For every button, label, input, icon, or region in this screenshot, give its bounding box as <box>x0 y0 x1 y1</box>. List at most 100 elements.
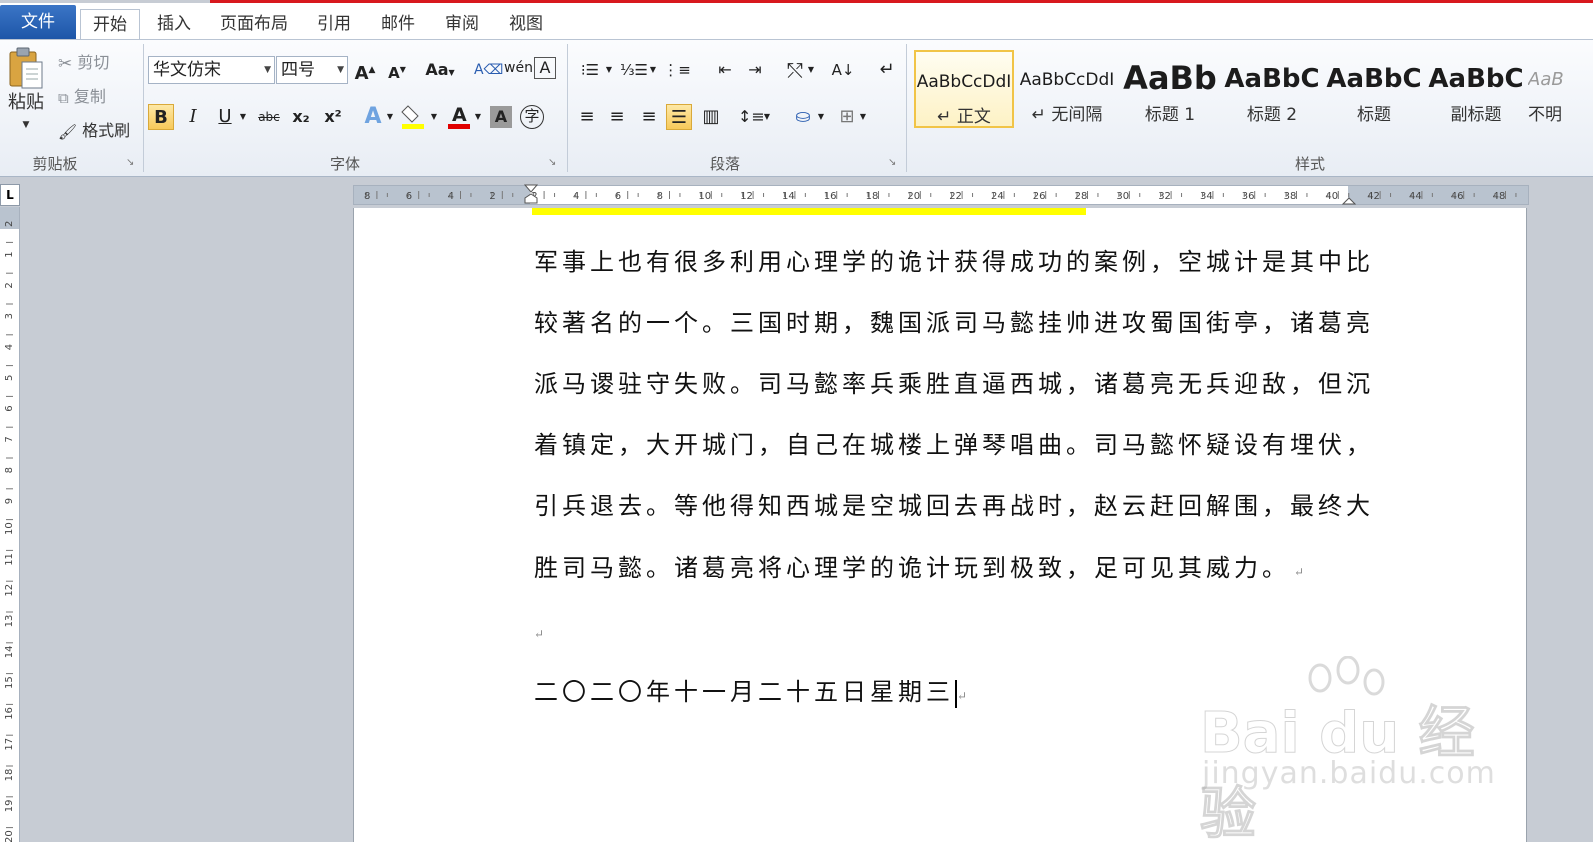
superscript-button[interactable]: x² <box>320 104 346 130</box>
justify-icon[interactable]: ☰ <box>666 104 692 130</box>
sort-icon[interactable]: A↓ <box>830 57 856 83</box>
highlight-button[interactable] <box>400 102 426 129</box>
highlight-dropdown-icon[interactable]: ▼ <box>428 104 440 130</box>
multilevel-list-icon[interactable]: ⋮≡ <box>662 57 692 83</box>
change-case-button[interactable]: Aa▼ <box>422 57 458 83</box>
paragraph-launcher-icon[interactable]: ↘ <box>888 157 896 168</box>
cut-button[interactable]: ✂ 剪切 <box>58 52 109 75</box>
watermark-url-text: jingyan.baidu.com <box>1202 756 1496 791</box>
ruler-tick-label: 10 <box>4 522 15 535</box>
char-border-icon[interactable]: A <box>534 57 556 79</box>
italic-button[interactable]: I <box>180 104 206 130</box>
shading-dropdown-icon[interactable]: ▼ <box>816 104 826 130</box>
style-subtle-emphasis[interactable]: AaB 不明 <box>1528 50 1593 128</box>
ruler-tick-label: 2 <box>489 191 495 202</box>
decrease-indent-icon[interactable]: ⇤ <box>712 57 738 83</box>
ruler-tick-label: 34 <box>1200 191 1213 202</box>
paragraph-line[interactable]: 着镇定，大开城门，自己在城楼上弹琴唱曲。司马懿怀疑设有埋伏， <box>534 425 1374 460</box>
style-normal[interactable]: AaBbCcDdI ↵ 正文 <box>914 50 1014 128</box>
grow-font-button[interactable]: A▲ <box>352 57 378 84</box>
paste-button[interactable]: 粘贴 ▼ <box>4 46 48 156</box>
style-no-spacing[interactable]: AaBbCcDdI ↵ 无间隔 <box>1017 50 1117 128</box>
increase-indent-icon[interactable]: ⇥ <box>742 57 768 83</box>
ruler-tick-label: 38 <box>1284 191 1297 202</box>
ruler-tick-label: 12 <box>4 584 15 597</box>
shading-icon[interactable]: ⛀ <box>790 104 816 130</box>
paragraph-line[interactable]: 派马谡驻守失败。司马懿率兵乘胜直逼西城，诸葛亮无兵迎敌，但沉 <box>534 364 1374 399</box>
subscript-button[interactable]: x₂ <box>288 104 314 130</box>
text-effects-dropdown-icon[interactable]: ▼ <box>384 104 396 130</box>
borders-dropdown-icon[interactable]: ▼ <box>858 104 868 130</box>
style-subtitle[interactable]: AaBbC 副标题 <box>1426 50 1526 128</box>
style-sample: AaBbC <box>1326 64 1422 94</box>
styles-group-label: 样式 <box>1294 155 1325 173</box>
bullets-icon[interactable]: ⁝☰ <box>574 57 606 83</box>
line-spacing-icon[interactable]: ↕≡ <box>738 104 765 130</box>
underline-dropdown-icon[interactable]: ▼ <box>236 104 250 130</box>
tab-home[interactable]: 开始 <box>80 9 140 39</box>
right-indent-marker-icon[interactable] <box>1342 190 1356 210</box>
paste-dropdown-icon[interactable]: ▼ <box>4 114 48 136</box>
tab-insert[interactable]: 插入 <box>145 9 203 39</box>
line-spacing-dropdown-icon[interactable]: ▼ <box>762 104 772 130</box>
paragraph-line[interactable]: 引兵退去。等他得知西城是空城回去再战时，赵云赶回解围，最终大 <box>534 486 1374 521</box>
ruler-tick-label: 20 <box>907 191 920 202</box>
clipboard-launcher-icon[interactable]: ↘ <box>126 157 134 168</box>
group-divider <box>567 44 568 172</box>
style-title[interactable]: AaBbC 标题 <box>1324 50 1424 128</box>
enclose-char-icon[interactable]: 字 <box>520 105 544 129</box>
bullets-dropdown-icon[interactable]: ▼ <box>604 57 614 83</box>
align-left-icon[interactable]: ≡ <box>574 104 600 130</box>
font-size-combo[interactable]: 四号 ▼ <box>276 56 348 84</box>
style-heading-1[interactable]: AaBb 标题 1 <box>1120 50 1220 128</box>
distributed-icon[interactable]: ▥ <box>698 104 724 130</box>
font-color-dropdown-icon[interactable]: ▼ <box>472 104 484 130</box>
tab-page-layout[interactable]: 页面布局 <box>210 9 298 39</box>
underline-button[interactable]: U <box>212 104 238 130</box>
tab-mailings[interactable]: 邮件 <box>370 9 426 39</box>
tab-file[interactable]: 文件 <box>0 5 76 39</box>
numbering-icon[interactable]: ⅓☰ <box>618 57 650 83</box>
paragraph-line[interactable]: 军事上也有很多利用心理学的诡计获得成功的案例，空城计是其中比 <box>534 242 1374 277</box>
numbering-dropdown-icon[interactable]: ▼ <box>648 57 658 83</box>
horizontal-ruler[interactable]: 8642246810121416182022242628303234363840… <box>353 184 1529 205</box>
ruler-tick-label: 3 <box>4 313 15 319</box>
align-center-icon[interactable]: ≡ <box>604 104 630 130</box>
ruler-tick-label: 8 <box>657 191 663 202</box>
format-painter-button[interactable]: 🖌 格式刷 <box>58 120 130 143</box>
paragraph-line[interactable]: 较著名的一个。三国时期，魏国派司马懿挂帅进攻蜀国街亭，诸葛亮 <box>534 303 1374 338</box>
tab-stop-selector[interactable]: L <box>0 184 20 206</box>
shrink-font-button[interactable]: A▼ <box>384 57 410 83</box>
date-line[interactable]: 二〇二〇年十一月二十五日星期三 ↵ <box>534 672 967 708</box>
align-right-icon[interactable]: ≡ <box>636 104 662 130</box>
copy-button[interactable]: ⧉ 复制 <box>58 86 106 109</box>
phonetic-guide-icon[interactable]: wén <box>504 55 533 81</box>
ruler-tick-label: 11 <box>4 553 15 566</box>
strikethrough-button[interactable]: abc <box>254 104 284 130</box>
tab-references[interactable]: 引用 <box>306 9 362 39</box>
chinese-layout-dropdown-icon[interactable]: ▼ <box>806 57 816 83</box>
cut-label: 剪切 <box>77 53 110 72</box>
ruler-tick-label: 2 <box>4 221 15 227</box>
tab-review[interactable]: 审阅 <box>434 9 490 39</box>
ruler-tick-label: 40 <box>1325 191 1338 202</box>
text-effects-icon[interactable]: A <box>360 104 386 130</box>
font-name-combo[interactable]: 华文仿宋 ▼ <box>148 56 275 84</box>
font-launcher-icon[interactable]: ↘ <box>548 157 556 168</box>
ruler-tick-label: 5 <box>4 375 15 381</box>
indent-marker-icon[interactable] <box>524 184 538 204</box>
style-heading-2[interactable]: AaBbC 标题 2 <box>1222 50 1322 128</box>
vertical-ruler[interactable]: 2123456789101112131415161718192021 <box>0 207 20 842</box>
chinese-layout-icon[interactable]: ⤲ <box>782 57 808 83</box>
paragraph-line-last[interactable]: 胜司马懿。诸葛亮将心理学的诡计玩到极致，足可见其威力。 ↵ <box>534 548 1304 583</box>
char-shading-icon[interactable]: A <box>490 106 512 128</box>
empty-paragraph[interactable]: ↵ <box>534 616 544 644</box>
show-marks-icon[interactable]: ↵ <box>874 57 900 83</box>
ribbon-tabs: 文件 开始 插入 页面布局 引用 邮件 审阅 视图 <box>0 3 1593 39</box>
tab-view[interactable]: 视图 <box>498 9 554 39</box>
bold-button[interactable]: B <box>148 104 174 130</box>
font-color-button[interactable]: A <box>446 102 472 129</box>
clear-formatting-icon[interactable]: A⌫ <box>474 57 503 83</box>
borders-icon[interactable]: ⊞ <box>834 104 860 130</box>
group-divider <box>143 44 144 172</box>
